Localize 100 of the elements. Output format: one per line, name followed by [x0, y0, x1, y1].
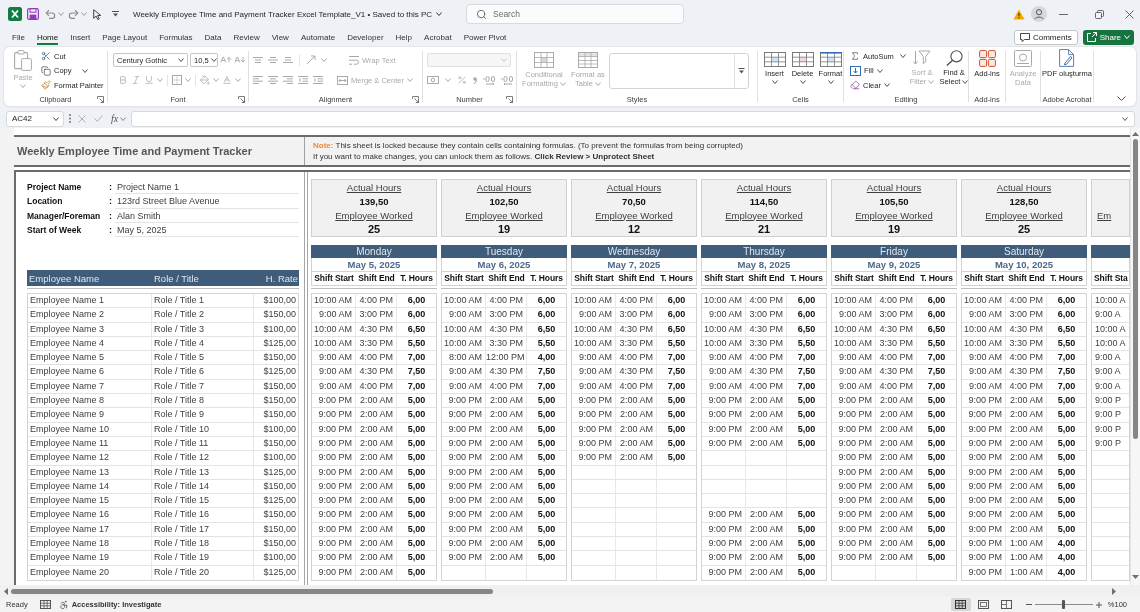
cancel-icon[interactable]	[78, 114, 86, 123]
restore-icon[interactable]	[1095, 9, 1104, 19]
hours-cell-text: 5,00	[536, 537, 557, 551]
menu-tab[interactable]: Power Pivot	[463, 29, 507, 45]
font-color-icon[interactable]	[222, 75, 232, 85]
menu-tab[interactable]: Page Layout	[102, 29, 148, 45]
menu-tab[interactable]: Automate	[300, 29, 336, 45]
increase-font-size-icon[interactable]	[220, 54, 232, 66]
hours-cell-text: 5,00	[536, 494, 557, 508]
caret-icon[interactable]	[436, 12, 443, 16]
caret-icon[interactable]	[1122, 116, 1128, 121]
share-button[interactable]: Share	[1082, 29, 1134, 45]
minimize-icon[interactable]	[1059, 13, 1068, 15]
scrollbar-thumb[interactable]	[11, 588, 493, 594]
dialog-launcher-icon[interactable]	[506, 96, 513, 103]
fill-color-icon[interactable]	[200, 75, 210, 85]
page-break-icon	[1001, 600, 1013, 609]
scroll-right-icon[interactable]	[1112, 587, 1116, 595]
employee-worked-value: 19	[887, 223, 901, 235]
minus-icon[interactable]	[1025, 604, 1032, 605]
shift-start-cell: 9:00 PM	[832, 422, 876, 436]
search-field[interactable]: Search	[466, 4, 684, 24]
save-icon[interactable]	[27, 8, 39, 20]
undo-icon[interactable]	[45, 9, 56, 19]
accounting-icon[interactable]	[427, 76, 439, 84]
scroll-up-icon[interactable]	[1132, 132, 1139, 136]
align-center-icon[interactable]	[268, 76, 278, 84]
align-middle-icon[interactable]	[268, 57, 278, 63]
plus-icon[interactable]	[1095, 601, 1102, 608]
check-icon[interactable]	[94, 115, 103, 122]
shift-start-cell: 9:00 PM	[702, 537, 746, 551]
menu-tab[interactable]: Insert	[70, 29, 91, 45]
shift-end-cell: 2:00 AM	[356, 522, 397, 537]
hours-cell-text: 5,00	[536, 451, 557, 465]
info-colon: :	[109, 210, 113, 221]
warning-icon[interactable]	[1013, 8, 1025, 20]
shift-end-cell: 2:00 AM	[356, 451, 397, 465]
scroll-down-icon[interactable]	[1132, 575, 1139, 579]
align-left-icon[interactable]	[253, 76, 263, 84]
diagonal-arrow-icon[interactable]	[306, 55, 316, 65]
collapse-ribbon-icon[interactable]	[1117, 96, 1126, 101]
bold-icon[interactable]	[118, 75, 128, 85]
customize-caret-icon[interactable]	[112, 11, 119, 17]
italic-icon[interactable]	[131, 75, 141, 85]
function-button[interactable]: fx	[111, 113, 119, 124]
scrollbar-thumb[interactable]	[1133, 139, 1138, 439]
name-box[interactable]: AC42	[6, 110, 64, 127]
actual-hours-value: 70,50	[622, 195, 646, 207]
horizontal-scrollbar[interactable]	[0, 585, 1140, 597]
hours-cell-text: 7,00	[666, 379, 687, 393]
role-cell: Role / Title 11	[152, 436, 254, 451]
menu-tab[interactable]: File	[12, 29, 25, 45]
info-label: Manager/Foreman	[27, 210, 102, 221]
actual-hours-value: 105,50	[879, 195, 909, 207]
increase-decimal-icon[interactable]	[483, 75, 495, 85]
borders-icon[interactable]	[172, 75, 182, 85]
decrease-decimal-icon[interactable]	[501, 75, 513, 85]
chart-frame-icon	[1014, 50, 1032, 67]
shift-end-cell: 4:00 PM	[616, 294, 657, 308]
avatar-icon[interactable]	[1031, 6, 1047, 22]
menu-tab[interactable]: Formulas	[159, 29, 193, 45]
comments-button[interactable]: Comments	[1013, 29, 1078, 45]
menu-tab[interactable]: Review	[233, 29, 260, 45]
menu-tab[interactable]: Help	[395, 29, 413, 45]
cursor-icon[interactable]	[93, 8, 102, 20]
dialog-launcher-icon[interactable]	[97, 96, 104, 103]
shift-start-cell-text: 10:00 A	[1094, 336, 1127, 350]
align-right-icon[interactable]	[283, 76, 293, 84]
indent-increase-icon[interactable]	[313, 76, 323, 84]
align-bottom-icon[interactable]	[283, 57, 293, 63]
shift-end-cell: 4:00 PM	[616, 379, 657, 394]
menu-tab[interactable]: View	[271, 29, 289, 45]
shift-start-cell: 9:00 PM	[702, 394, 746, 408]
actual-hours-label: Actual Hours	[476, 181, 532, 193]
indent-decrease-icon[interactable]	[298, 76, 308, 84]
sheet-grid-icon[interactable]	[39, 600, 51, 609]
percent-icon[interactable]	[457, 75, 467, 85]
zoom-slider-thumb[interactable]	[1062, 600, 1066, 609]
hours-cell-text: 5,00	[796, 522, 817, 536]
align-top-icon[interactable]	[253, 57, 263, 63]
redo-icon[interactable]	[68, 9, 79, 19]
column-header: Shift Start	[963, 272, 1005, 285]
comma-style-icon[interactable]	[473, 76, 477, 84]
close-icon[interactable]	[1125, 9, 1134, 19]
hours-cell-text: 5,50	[406, 336, 427, 350]
view-button[interactable]	[950, 598, 971, 611]
menu-tab[interactable]: Acrobat	[424, 29, 452, 45]
menu-tab[interactable]: Developer	[347, 29, 384, 45]
dialog-launcher-icon[interactable]	[238, 96, 245, 103]
decrease-font-size-icon[interactable]	[234, 54, 246, 66]
shift-end-cell: 2:00 AM	[356, 465, 397, 479]
gallery-more-icon[interactable]	[738, 68, 745, 74]
underline-icon[interactable]	[144, 75, 154, 85]
number-format-field[interactable]	[427, 53, 511, 67]
menu-tab[interactable]: Data	[204, 29, 222, 45]
scroll-left-icon[interactable]	[4, 587, 8, 595]
actual-hours-value: 102,50	[489, 195, 519, 207]
vertical-scrollbar[interactable]	[1130, 128, 1140, 585]
formula-input[interactable]	[131, 110, 1135, 127]
dialog-launcher-icon[interactable]	[412, 96, 419, 103]
